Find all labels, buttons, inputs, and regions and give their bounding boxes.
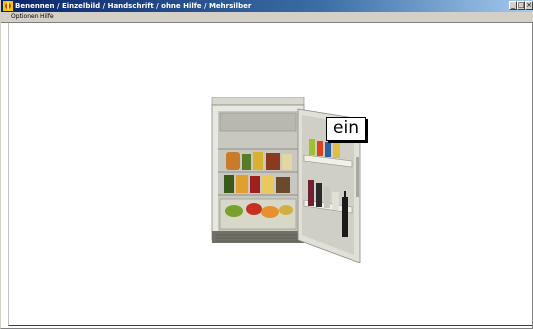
menu-bar: Optionen Hilfe <box>1 12 533 22</box>
answer-card: ein <box>326 117 366 141</box>
minimize-button[interactable]: _ <box>509 1 517 10</box>
menu-hilfe[interactable]: Hilfe <box>40 12 54 22</box>
app-icon <box>3 1 13 11</box>
menu-optionen[interactable]: Optionen <box>11 12 39 22</box>
title-bar[interactable]: Benennen / Einzelbild / Handschrift / oh… <box>1 0 533 12</box>
app-window: Benennen / Einzelbild / Handschrift / oh… <box>0 0 533 329</box>
window-title: Benennen / Einzelbild / Handschrift / oh… <box>15 2 252 10</box>
maximize-button[interactable]: □ <box>517 1 525 10</box>
close-button[interactable]: × <box>525 1 533 10</box>
